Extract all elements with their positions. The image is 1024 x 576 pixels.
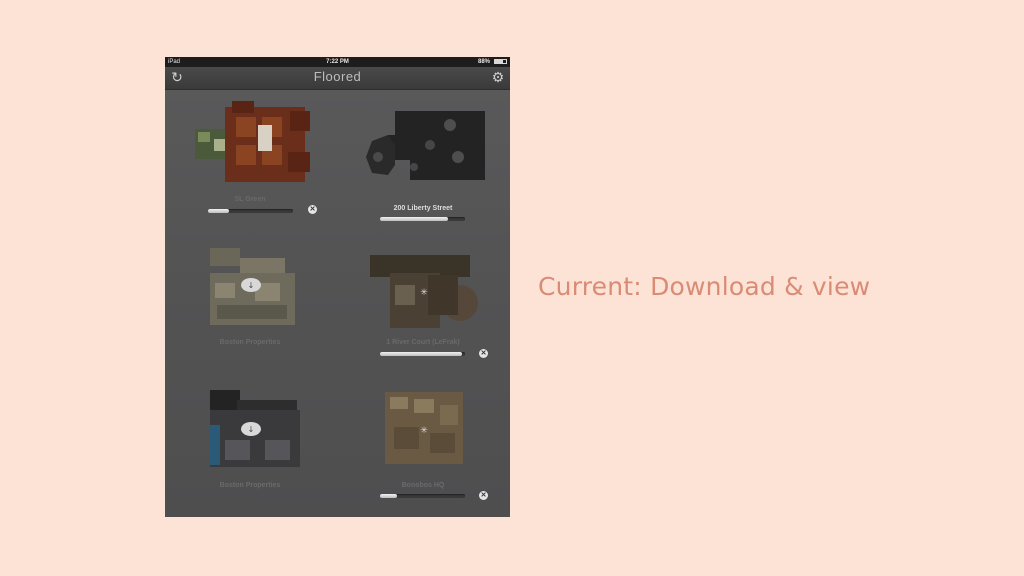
property-card-boston-properties-1[interactable]: ↓ xyxy=(195,243,355,373)
property-card-200-liberty[interactable] xyxy=(350,105,510,235)
property-name: 1 River Court (LeFrak) xyxy=(386,339,460,346)
status-bar: iPad 7:22 PM 88% xyxy=(165,57,510,67)
battery-icon xyxy=(494,59,507,64)
property-name: Boston Properties xyxy=(219,482,281,489)
gear-icon[interactable]: ⚙ xyxy=(490,69,506,85)
floorplan-thumbnail[interactable]: ↓ xyxy=(195,243,355,343)
property-card-boston-properties-2[interactable]: ↓ xyxy=(195,385,355,515)
floorplan-thumbnail[interactable]: ✳ xyxy=(350,387,510,487)
svg-text:✳: ✳ xyxy=(420,426,428,436)
cancel-download-icon[interactable]: ✕ xyxy=(308,205,317,214)
floorplan-thumbnail[interactable] xyxy=(180,97,340,197)
floorplan-thumbnail[interactable]: ↓ xyxy=(195,385,355,485)
download-progress-bar xyxy=(380,494,465,498)
property-name: Bonobos HQ xyxy=(401,482,445,489)
property-name: SL Green xyxy=(234,196,266,203)
download-progress-bar xyxy=(380,352,465,356)
svg-text:↓: ↓ xyxy=(248,281,255,290)
floorplan-thumbnail[interactable] xyxy=(350,105,510,205)
floorplan-thumbnail[interactable]: ✳ xyxy=(350,245,510,345)
property-name: 200 Liberty Street xyxy=(393,205,453,212)
download-progress-bar xyxy=(380,217,465,221)
download-progress-bar xyxy=(208,209,293,213)
status-time: 7:22 PM xyxy=(326,59,349,65)
property-name: Boston Properties xyxy=(219,339,281,346)
svg-text:↓: ↓ xyxy=(248,425,255,434)
svg-text:✳: ✳ xyxy=(420,288,428,298)
ipad-screen: iPad 7:22 PM 88% ↻ Floored ⚙ ✕ ↓ ✳ ✕ ↓ ✳… xyxy=(165,57,510,517)
property-card-sl-green[interactable]: ✕ xyxy=(180,97,340,227)
cancel-download-icon[interactable]: ✕ xyxy=(479,491,488,500)
nav-bar: ↻ Floored ⚙ xyxy=(165,67,510,90)
battery-percent: 88% xyxy=(477,59,490,65)
app-title: Floored xyxy=(313,69,362,84)
cancel-download-icon[interactable]: ✕ xyxy=(479,349,488,358)
slide-caption: Current: Download & view xyxy=(538,272,871,301)
